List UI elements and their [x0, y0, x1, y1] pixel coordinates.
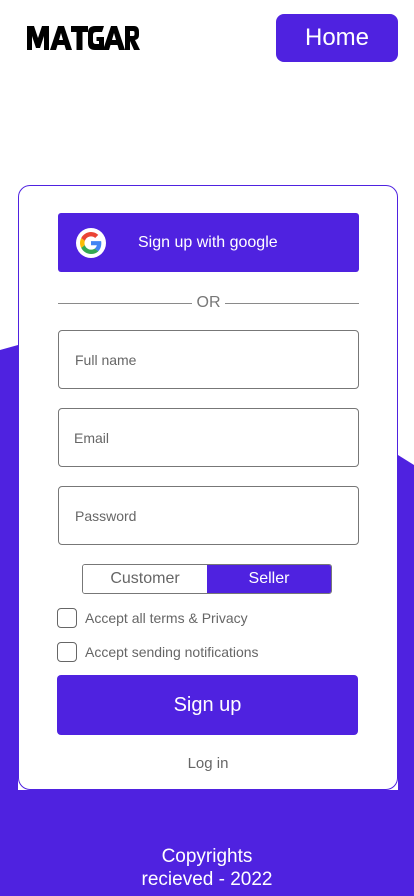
copyright-line-2: recieved - 2022: [141, 869, 273, 890]
signup-card: Sign up with google OR Full name Email P…: [18, 185, 398, 790]
google-signup-button[interactable]: Sign up with google: [58, 213, 359, 272]
divider-line-right: [225, 303, 359, 304]
logo-wordmark: [27, 26, 140, 50]
role-option-seller[interactable]: Seller: [207, 565, 331, 593]
notifications-checkbox-label: Accept sending notifications: [85, 644, 259, 660]
terms-checkbox-row[interactable]: Accept all terms & Privacy: [57, 608, 248, 628]
or-divider: OR: [58, 294, 359, 314]
copyright-line-1: Copyrights: [161, 846, 253, 867]
role-option-customer[interactable]: Customer: [83, 565, 207, 593]
terms-checkbox-label: Accept all terms & Privacy: [85, 610, 248, 626]
footer-copyright: Copyrights recieved - 2022: [0, 845, 414, 891]
email-input[interactable]: Email: [58, 408, 359, 467]
terms-checkbox[interactable]: [57, 608, 77, 628]
google-signup-label: Sign up with google: [138, 233, 278, 251]
notifications-checkbox[interactable]: [57, 642, 77, 662]
matgar-logo[interactable]: [26, 22, 140, 54]
notifications-checkbox-row[interactable]: Accept sending notifications: [57, 642, 259, 662]
role-toggle: Customer Seller: [82, 564, 332, 594]
home-button[interactable]: Home: [276, 14, 398, 62]
login-link[interactable]: Log in: [19, 755, 397, 772]
signup-button[interactable]: Sign up: [57, 675, 358, 735]
password-input[interactable]: Password: [58, 486, 359, 545]
full-name-input[interactable]: Full name: [58, 330, 359, 389]
google-icon: [76, 228, 106, 258]
